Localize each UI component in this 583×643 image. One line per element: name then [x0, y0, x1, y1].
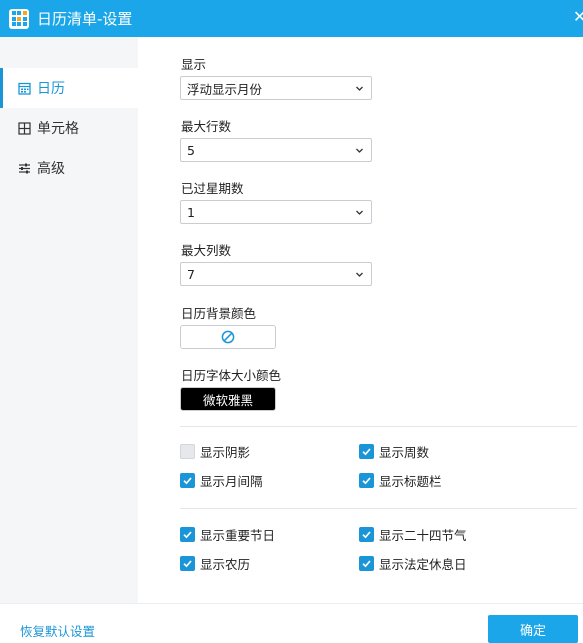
past-weeks-select-value: 1: [187, 204, 195, 220]
checkmark-icon: [359, 444, 374, 459]
no-color-icon: [221, 330, 235, 344]
sidebar-item-cell[interactable]: 单元格: [0, 108, 138, 148]
show-week-number-checkbox[interactable]: 显示周数: [359, 442, 429, 461]
checkbox-label: 显示月间隔: [200, 474, 263, 489]
chevron-down-icon: [356, 210, 363, 215]
grid-icon: [17, 121, 31, 135]
sidebar-item-label: 高级: [37, 161, 65, 177]
restore-defaults-link[interactable]: 恢复默认设置: [20, 621, 95, 640]
checkmark-icon: [180, 527, 195, 542]
footer: 恢复默认设置 确定: [0, 603, 583, 643]
show-month-gap-checkbox[interactable]: 显示月间隔: [180, 471, 263, 490]
checkbox-label: 显示法定休息日: [379, 557, 467, 572]
sidebar-item-advanced[interactable]: 高级: [0, 148, 138, 188]
checkmark-icon: [180, 473, 195, 488]
font-label: 日历字体大小颜色: [181, 368, 282, 383]
show-festivals-checkbox[interactable]: 显示重要节日: [180, 525, 275, 544]
show-solar-terms-checkbox[interactable]: 显示二十四节气: [359, 525, 467, 544]
checkmark-icon: [359, 556, 374, 571]
settings-panel: 显示 浮动显示月份 最大行数 5 已过星期数 1 最大列数 7 日历背景颜色 日…: [138, 37, 583, 603]
past-weeks-select[interactable]: 1: [180, 200, 372, 224]
ok-button[interactable]: 确定: [488, 615, 578, 643]
sidebar: 日历 单元格 高级: [0, 37, 138, 603]
chevron-down-icon: [356, 272, 363, 277]
max-rows-label: 最大行数: [181, 119, 232, 134]
sidebar-item-label: 单元格: [37, 121, 79, 137]
checkbox-label: 显示周数: [379, 445, 430, 460]
bg-color-button[interactable]: [180, 325, 276, 349]
max-rows-select-value: 5: [187, 142, 195, 158]
checkbox-unchecked-icon: [180, 444, 195, 459]
divider: [180, 426, 577, 427]
checkmark-icon: [359, 527, 374, 542]
close-icon[interactable]: ✕: [573, 9, 583, 25]
checkmark-icon: [180, 556, 195, 571]
divider: [180, 508, 577, 509]
chevron-down-icon: [356, 148, 363, 153]
past-weeks-label: 已过星期数: [181, 181, 244, 196]
checkbox-label: 显示重要节日: [200, 528, 276, 543]
checkbox-label: 显示农历: [200, 557, 251, 572]
display-select[interactable]: 浮动显示月份: [180, 76, 372, 100]
show-holidays-checkbox[interactable]: 显示法定休息日: [359, 554, 467, 573]
show-title-bar-checkbox[interactable]: 显示标题栏: [359, 471, 442, 490]
font-button[interactable]: 微软雅黑: [180, 387, 276, 411]
bg-color-label: 日历背景颜色: [181, 306, 257, 321]
window-title: 日历清单-设置: [37, 10, 133, 28]
show-lunar-checkbox[interactable]: 显示农历: [180, 554, 250, 573]
title-bar: 日历清单-设置 ✕: [0, 0, 583, 37]
checkmark-icon: [359, 473, 374, 488]
max-cols-select-value: 7: [187, 266, 195, 282]
app-logo-icon: [9, 8, 29, 29]
chevron-down-icon: [356, 86, 363, 91]
display-label: 显示: [181, 57, 207, 72]
max-cols-label: 最大列数: [181, 243, 232, 258]
sidebar-item-calendar[interactable]: 日历: [0, 68, 138, 108]
max-rows-select[interactable]: 5: [180, 138, 372, 162]
sliders-icon: [17, 161, 31, 175]
calendar-icon: [17, 81, 31, 95]
checkbox-label: 显示标题栏: [379, 474, 442, 489]
show-shadow-checkbox[interactable]: 显示阴影: [180, 442, 250, 461]
sidebar-item-label: 日历: [37, 81, 65, 97]
display-select-value: 浮动显示月份: [187, 81, 263, 97]
checkbox-label: 显示二十四节气: [379, 528, 467, 543]
max-cols-select[interactable]: 7: [180, 262, 372, 286]
checkbox-label: 显示阴影: [200, 445, 251, 460]
